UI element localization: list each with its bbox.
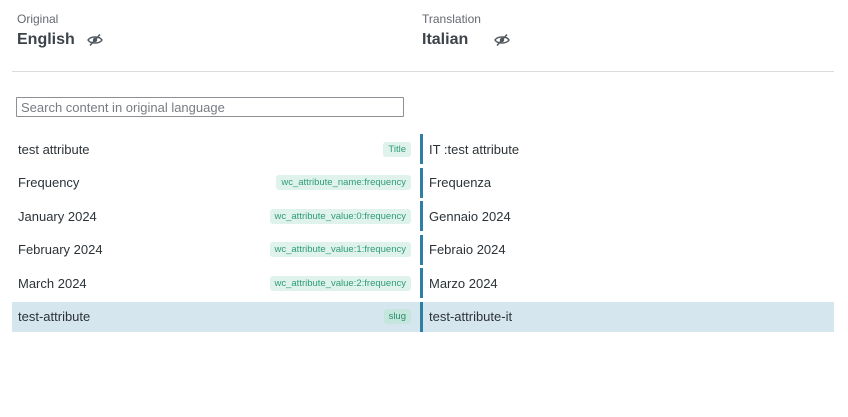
string-row[interactable]: January 2024 wc_attribute_value:0:frequen… (12, 201, 834, 231)
translation-text: Marzo 2024 (429, 275, 498, 291)
original-language-row: English (17, 30, 103, 50)
translation-text: test-attribute-it (429, 309, 513, 324)
original-cell: test-attribute slug (12, 302, 420, 332)
translation-text: IT :test attribute (429, 141, 520, 157)
original-text: March 2024 (18, 275, 87, 291)
field-tag: wc_attribute_value:0:frequency (269, 208, 411, 224)
eye-slash-icon-svg (494, 33, 511, 47)
translation-text: Febraio 2024 (429, 242, 506, 257)
original-text: February 2024 (18, 242, 103, 257)
translation-cell[interactable]: IT :test attribute (420, 134, 834, 164)
translation-language-row: Italian (422, 30, 511, 50)
original-cell: February 2024 wc_attribute_value:1:freque… (12, 235, 420, 265)
translation-language-name: Italian (422, 31, 469, 48)
translation-cell[interactable]: Frequenza (420, 167, 834, 198)
original-caption: Original (17, 12, 59, 26)
eye-slash-icon[interactable] (494, 33, 511, 47)
string-row[interactable]: February 2024 wc_attribute_value:1:freque… (12, 234, 834, 265)
translation-cell[interactable]: Febraio 2024 (420, 234, 834, 265)
field-tag: slug (383, 309, 411, 324)
string-row[interactable]: test attribute Title IT :test attribute (12, 134, 834, 164)
translation-text: Frequenza (429, 175, 492, 190)
original-language-header: Original English (17, 12, 103, 50)
original-cell: test attribute Title (12, 134, 420, 164)
original-text: Frequency (18, 175, 80, 190)
field-tag: wc_attribute_value:2:frequency (269, 275, 411, 291)
translation-cell[interactable]: Gennaio 2024 (420, 201, 834, 231)
eye-slash-icon-svg (86, 33, 103, 47)
translation-editor: Original English Translation Italian Sea… (0, 0, 848, 417)
search-input[interactable] (16, 97, 404, 117)
original-cell: Frequency wc_attribute_name:frequency (12, 168, 420, 198)
string-list: test attribute Title IT :test attribute Fre… (12, 134, 834, 335)
string-row[interactable]: March 2024 wc_attribute_value:2:frequency… (12, 268, 834, 298)
header-divider (12, 71, 834, 72)
string-row[interactable]: test-attribute slug test-attribute-it (12, 301, 834, 332)
string-row[interactable]: Frequency wc_attribute_name:frequency Freq… (12, 167, 834, 198)
original-text: test attribute (18, 141, 90, 157)
translation-caption: Translation (422, 12, 481, 26)
original-text: January 2024 (18, 208, 97, 224)
original-cell: January 2024 wc_attribute_value:0:frequen… (12, 201, 420, 231)
field-tag: wc_attribute_value:1:frequency (269, 242, 411, 257)
translation-cell[interactable]: Marzo 2024 (420, 268, 834, 298)
eye-slash-icon[interactable] (86, 33, 103, 47)
field-tag: Title (383, 141, 411, 157)
translation-cell[interactable]: test-attribute-it (420, 301, 834, 332)
translation-text: Gennaio 2024 (429, 208, 511, 224)
original-language-name: English (17, 31, 75, 48)
translation-language-header: Translation Italian (422, 12, 511, 50)
original-cell: March 2024 wc_attribute_value:2:frequency (12, 268, 420, 298)
field-tag: wc_attribute_name:frequency (276, 175, 411, 190)
original-text: test-attribute (18, 309, 91, 324)
